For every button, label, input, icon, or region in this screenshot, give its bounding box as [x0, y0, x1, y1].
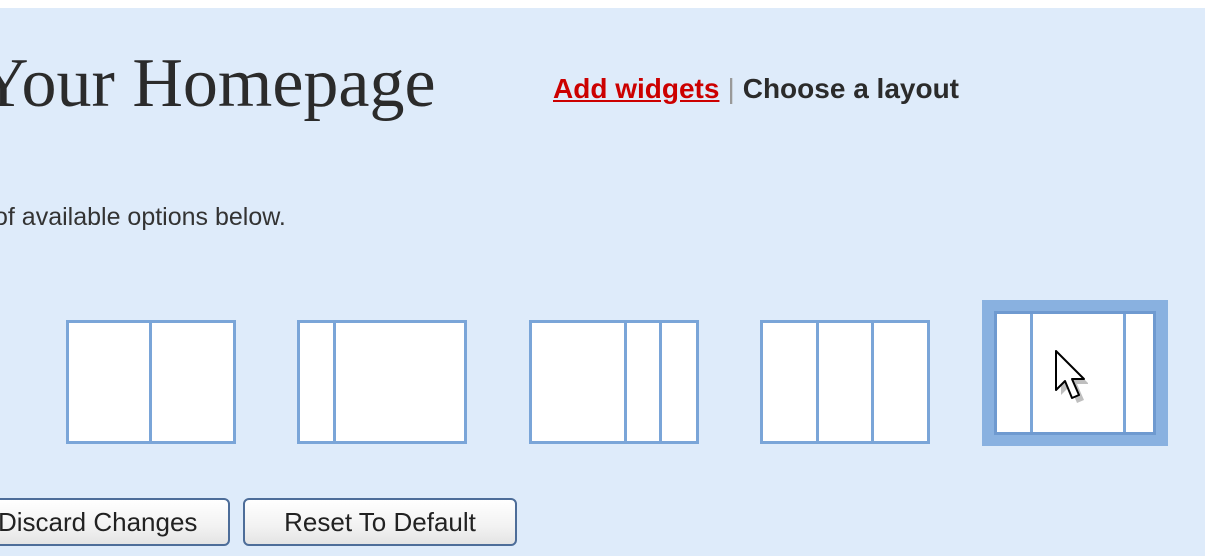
- add-widgets-link[interactable]: Add widgets: [553, 73, 719, 104]
- instructions-text: of available options below.: [0, 203, 286, 231]
- column-divider: [659, 323, 662, 441]
- layout-option-narrow-left-wide-right[interactable]: [282, 310, 468, 456]
- column-divider: [333, 323, 336, 441]
- layout-preview: [66, 320, 236, 444]
- layout-preview: [297, 320, 467, 444]
- choose-layout-label: Choose a layout: [742, 73, 959, 104]
- column-divider: [624, 323, 627, 441]
- column-divider: [1030, 314, 1033, 432]
- page-title: Your Homepage: [0, 45, 436, 122]
- layout-preview: [760, 320, 930, 444]
- nav-separator: |: [727, 73, 735, 104]
- discard-changes-button[interactable]: Discard Changes: [0, 498, 230, 546]
- layout-option-three-equal-columns[interactable]: [745, 310, 931, 456]
- layout-option-two-equal-columns[interactable]: [51, 310, 237, 456]
- layout-panel: Your Homepage Add widgets | Choose a layou…: [0, 8, 1205, 556]
- header-nav: Add widgets | Choose a layout: [553, 72, 959, 106]
- layout-preview: [529, 320, 699, 444]
- layout-option-wide-left-two-narrow-right[interactable]: [514, 310, 700, 456]
- mouse-pointer-icon: [1055, 350, 1088, 403]
- column-divider: [871, 323, 874, 441]
- column-divider: [1123, 314, 1126, 432]
- reset-to-default-button[interactable]: Reset To Default: [243, 498, 517, 546]
- column-divider: [816, 323, 819, 441]
- column-divider: [149, 323, 152, 441]
